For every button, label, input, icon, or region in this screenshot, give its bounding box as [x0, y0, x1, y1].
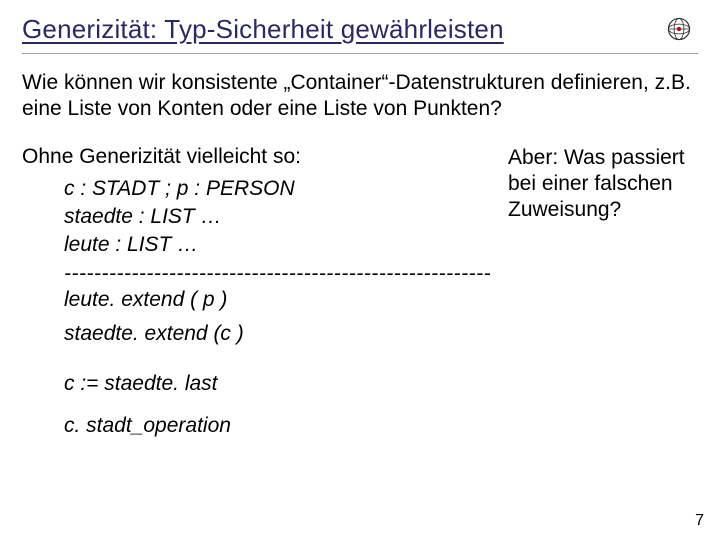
- operation-line: c. stadt_operation: [22, 414, 698, 438]
- title-row: Generizität: Typ-Sicherheit gewährleiste…: [22, 14, 698, 45]
- page-number: 7: [695, 512, 704, 530]
- declarations: c : STADT ; p : PERSON staedte : LIST … …: [22, 175, 500, 260]
- aside-text: Aber: Was passiert bei einer falschen Zu…: [500, 145, 698, 224]
- slide: Generizität: Typ-Sicherheit gewährleiste…: [0, 0, 720, 540]
- slide-title: Generizität: Typ-Sicherheit gewährleiste…: [22, 14, 504, 45]
- decl-line-3: leute : LIST …: [64, 231, 500, 259]
- left-column: Ohne Generizität vielleicht so: c : STAD…: [22, 145, 500, 260]
- call-staedte-extend: staedte. extend (c ): [22, 322, 698, 346]
- title-divider: [22, 53, 698, 54]
- content-row: Ohne Generizität vielleicht so: c : STAD…: [22, 145, 698, 260]
- question-text: Wie können wir konsistente „Container“-D…: [22, 70, 698, 123]
- intro-text: Ohne Generizität vielleicht so:: [22, 145, 500, 169]
- separator-dashes: ----------------------------------------…: [22, 262, 698, 286]
- decl-line-1: c : STADT ; p : PERSON: [64, 175, 500, 203]
- assignment-line: c := staedte. last: [22, 372, 698, 396]
- globe-icon: [666, 16, 692, 42]
- decl-line-2: staedte : LIST …: [64, 203, 500, 231]
- call-leute-extend: leute. extend ( p ): [22, 288, 698, 312]
